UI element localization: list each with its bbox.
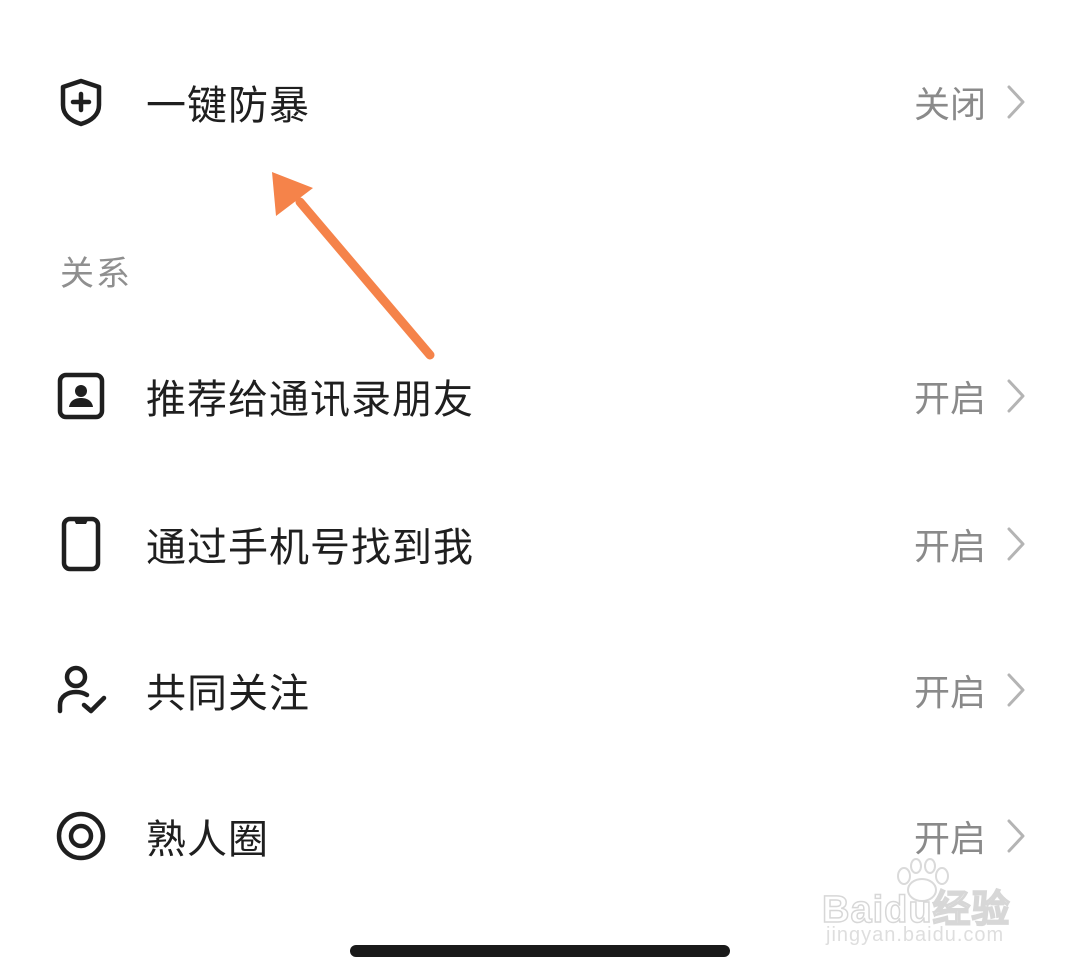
setting-row-mutual-follows[interactable]: 共同关注 开启 <box>0 630 1080 750</box>
setting-label: 通过手机号找到我 <box>146 525 474 571</box>
shield-plus-icon <box>52 73 110 131</box>
setting-label: 推荐给通讯录朋友 <box>146 377 474 423</box>
chevron-right-icon <box>1004 82 1028 122</box>
setting-status: 开启 <box>913 379 986 420</box>
chevron-right-icon <box>1004 376 1028 416</box>
contact-card-icon <box>52 367 110 425</box>
setting-status: 开启 <box>913 527 986 568</box>
setting-row-find-by-phone[interactable]: 通过手机号找到我 开启 <box>0 484 1080 604</box>
setting-status: 开启 <box>913 673 986 714</box>
setting-status: 开启 <box>913 819 986 860</box>
setting-row-recommend-contacts[interactable]: 推荐给通讯录朋友 开启 <box>0 336 1080 456</box>
target-circle-icon <box>52 807 110 865</box>
chevron-right-icon <box>1004 816 1028 856</box>
setting-label: 一键防暴 <box>146 83 310 129</box>
section-header-relationship: 关系 <box>60 254 132 294</box>
watermark-url: jingyan.baidu.com <box>826 924 1005 946</box>
baidu-watermark: Baidu经验 jingyan.baidu.com <box>821 858 1022 958</box>
chevron-right-icon <box>1004 524 1028 564</box>
chevron-right-icon <box>1004 670 1028 710</box>
setting-status: 关闭 <box>913 85 986 126</box>
setting-label: 共同关注 <box>146 671 310 717</box>
phone-icon <box>52 515 110 573</box>
setting-row-anti-harassment[interactable]: 一键防暴 关闭 <box>0 42 1080 162</box>
setting-label: 熟人圈 <box>146 817 269 863</box>
home-indicator[interactable] <box>350 945 730 957</box>
user-check-icon <box>52 661 110 719</box>
privacy-settings-page: 一键防暴 关闭 关系 推荐给通讯录朋友 开启 通过手机号找到我 开启 共同关注 … <box>0 0 1080 972</box>
